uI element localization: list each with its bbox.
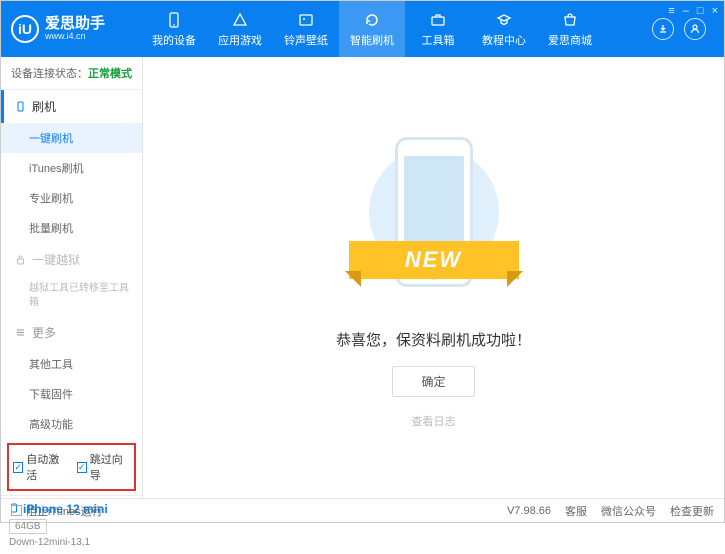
nav-tutorials[interactable]: 教程中心 [471, 1, 537, 57]
refresh-icon [363, 11, 381, 29]
sidebar-section-flash[interactable]: 刷机 [1, 90, 142, 123]
success-illustration: NEW [359, 127, 509, 307]
new-banner: NEW [349, 241, 519, 279]
view-log-link[interactable]: 查看日志 [412, 413, 456, 429]
user-button[interactable] [684, 18, 706, 40]
storage-badge: 64GB [9, 519, 47, 534]
nav-my-device[interactable]: 我的设备 [141, 1, 207, 57]
main-content: NEW 恭喜您，保资料刷机成功啦！ 确定 查看日志 [143, 57, 724, 498]
checkbox-icon: ✓ [77, 462, 87, 473]
sidebar-section-jailbreak: 一键越狱 [1, 243, 142, 276]
app-subtitle: www.i4.cn [45, 32, 105, 42]
sidebar-item-itunes-flash[interactable]: iTunes刷机 [1, 153, 142, 183]
menu-icon [14, 327, 26, 339]
status-value: 正常模式 [88, 68, 132, 80]
nav-label: 教程中心 [482, 32, 526, 48]
connection-status: 设备连接状态：正常模式 [1, 57, 142, 90]
logo: iU 爱思助手 www.i4.cn [11, 15, 141, 43]
apps-icon [231, 11, 249, 29]
nav-apps[interactable]: 应用游戏 [207, 1, 273, 57]
app-header: iU 爱思助手 www.i4.cn 我的设备 应用游戏 铃声壁纸 [1, 1, 724, 57]
sidebar-item-download-fw[interactable]: 下载固件 [1, 379, 142, 409]
sidebar-section-more[interactable]: 更多 [1, 316, 142, 349]
customer-service-link[interactable]: 客服 [565, 503, 587, 519]
download-button[interactable] [652, 18, 674, 40]
phone-icon [14, 101, 26, 113]
app-title: 爱思助手 [45, 16, 105, 33]
nav-store[interactable]: 爱思商城 [537, 1, 603, 57]
window-controls: ≡ – □ × [668, 5, 718, 17]
checkbox-icon [11, 505, 22, 516]
nav-label: 工具箱 [422, 32, 455, 48]
close-button[interactable]: × [712, 5, 718, 17]
device-model: Down-12mini-13,1 [9, 537, 134, 548]
nav-label: 应用游戏 [218, 32, 262, 48]
success-message: 恭喜您，保资料刷机成功啦！ [336, 329, 531, 350]
nav-ringtones[interactable]: 铃声壁纸 [273, 1, 339, 57]
sidebar-item-batch-flash[interactable]: 批量刷机 [1, 213, 142, 243]
nav-label: 爱思商城 [548, 32, 592, 48]
checkbox-block-itunes[interactable]: 阻止iTunes运行 [11, 503, 103, 519]
sidebar-item-advanced[interactable]: 高级功能 [1, 409, 142, 439]
image-icon [297, 11, 315, 29]
sidebar-item-pro-flash[interactable]: 专业刷机 [1, 183, 142, 213]
minimize-button[interactable]: – [683, 5, 689, 17]
nav-label: 智能刷机 [350, 32, 394, 48]
sidebar-item-other-tools[interactable]: 其他工具 [1, 349, 142, 379]
check-update-link[interactable]: 检查更新 [670, 503, 714, 519]
sidebar-item-oneclick-flash[interactable]: 一键刷机 [1, 123, 142, 153]
jailbreak-note: 越狱工具已转移至工具箱 [1, 276, 142, 316]
sidebar: 设备连接状态：正常模式 刷机 一键刷机 iTunes刷机 专业刷机 批量刷机 一… [1, 57, 143, 498]
checkbox-skip-guide[interactable]: ✓ 跳过向导 [77, 451, 131, 483]
lock-icon [14, 254, 26, 266]
checkbox-auto-activate[interactable]: ✓ 自动激活 [13, 451, 67, 483]
nav-toolbox[interactable]: 工具箱 [405, 1, 471, 57]
checkbox-icon: ✓ [13, 462, 23, 473]
phone-icon [165, 11, 183, 29]
options-highlight-box: ✓ 自动激活 ✓ 跳过向导 [7, 443, 136, 491]
nav-label: 铃声壁纸 [284, 32, 328, 48]
nav-label: 我的设备 [152, 32, 196, 48]
version-text: V7.98.66 [507, 505, 551, 517]
store-icon [561, 11, 579, 29]
graduation-icon [495, 11, 513, 29]
maximize-button[interactable]: □ [697, 5, 704, 17]
settings-button[interactable]: ≡ [668, 5, 674, 17]
main-nav: 我的设备 应用游戏 铃声壁纸 智能刷机 工具箱 [141, 1, 652, 57]
toolbox-icon [429, 11, 447, 29]
logo-icon: iU [11, 15, 39, 43]
wechat-link[interactable]: 微信公众号 [601, 503, 656, 519]
nav-flash[interactable]: 智能刷机 [339, 1, 405, 57]
ok-button[interactable]: 确定 [392, 366, 474, 397]
